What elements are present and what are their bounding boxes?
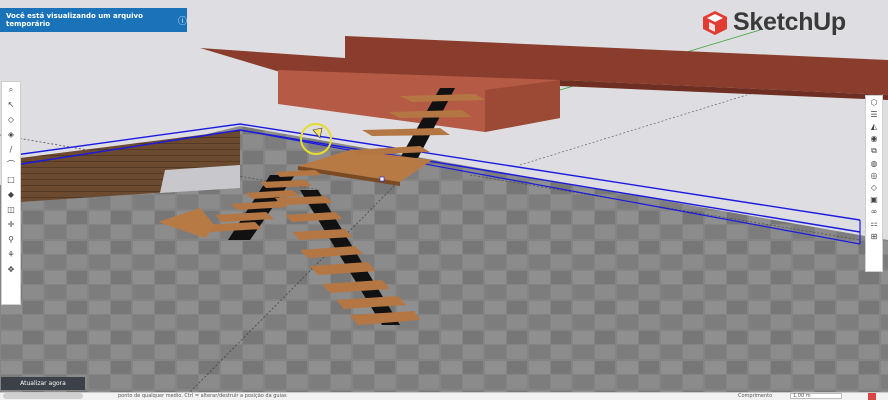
select-tool[interactable]: ↖ bbox=[2, 97, 20, 112]
scene-canvas bbox=[0, 0, 888, 392]
status-toggle[interactable] bbox=[3, 393, 83, 399]
eraser-tool[interactable]: ◇ bbox=[2, 112, 20, 127]
measurement-label: Comprimento bbox=[738, 393, 773, 399]
styles-panel[interactable]: ◍ bbox=[866, 157, 882, 169]
instructor-panel[interactable]: ◭ bbox=[866, 120, 882, 132]
search-tool[interactable]: ⌕ bbox=[2, 82, 20, 97]
outliner-panel[interactable]: ⚏ bbox=[866, 218, 882, 230]
entity-info-panel[interactable]: ⬡ bbox=[866, 96, 882, 108]
sketchup-brand: SketchUp bbox=[702, 8, 846, 37]
left-toolbar: ⌕ ↖ ◇ ◈ / ⌒ □ ◆ ◫ ✛ ⚲ ⚘ ✥ bbox=[1, 81, 21, 305]
line-tool[interactable]: / bbox=[2, 142, 20, 157]
update-now-button[interactable]: Atualizar agora bbox=[1, 377, 85, 390]
info-icon[interactable]: ⓘ bbox=[178, 14, 187, 27]
status-bar: ponto de qualquer medio. Ctrl = alterar/… bbox=[0, 392, 888, 400]
right-toolbar: ⬡ ☰ ◭ ◉ ⧉ ◍ ◎ ◇ ▣ ∞ ⚏ ⊞ bbox=[865, 95, 883, 272]
3d-viewport[interactable] bbox=[0, 0, 888, 392]
tags-panel[interactable]: ◇ bbox=[866, 181, 882, 193]
layers-panel[interactable]: ☰ bbox=[866, 108, 882, 120]
arc-tool[interactable]: ⌒ bbox=[2, 157, 20, 172]
materials-panel[interactable]: ◉ bbox=[866, 133, 882, 145]
rectangle-tool[interactable]: □ bbox=[2, 172, 20, 187]
shadows-panel[interactable]: ∞ bbox=[866, 206, 882, 218]
temporary-file-banner: Você está visualizando um arquivo tempor… bbox=[0, 8, 187, 32]
move-tool[interactable]: ✛ bbox=[2, 217, 20, 232]
components-panel[interactable]: ⧉ bbox=[866, 145, 882, 157]
tape-measure-tool[interactable]: ⚲ bbox=[2, 232, 20, 247]
export-panel[interactable]: ⊞ bbox=[866, 230, 882, 242]
push-pull-tool[interactable]: ◆ bbox=[2, 187, 20, 202]
brand-name: SketchUp bbox=[733, 8, 846, 36]
status-hint: ponto de qualquer medio. Ctrl = alterar/… bbox=[118, 393, 287, 399]
offset-tool[interactable]: ◫ bbox=[2, 202, 20, 217]
banner-text: Você está visualizando um arquivo tempor… bbox=[6, 12, 143, 28]
sketchup-logo-icon bbox=[703, 10, 727, 35]
alert-icon[interactable] bbox=[868, 393, 876, 400]
measurement-input[interactable]: 1,00 m bbox=[790, 393, 842, 399]
paint-bucket-tool[interactable]: ◈ bbox=[2, 127, 20, 142]
scenes-panel[interactable]: ▣ bbox=[866, 194, 882, 206]
display-panel[interactable]: ◎ bbox=[866, 169, 882, 181]
walk-tool[interactable]: ⚘ bbox=[2, 247, 20, 262]
orbit-tool[interactable]: ✥ bbox=[2, 262, 20, 277]
